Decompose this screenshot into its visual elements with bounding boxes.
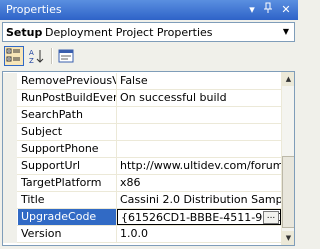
- property-value-text: On successful build: [120, 91, 227, 104]
- property-value[interactable]: [117, 141, 281, 157]
- scroll-down-icon[interactable]: ▼: [282, 231, 294, 245]
- property-row[interactable]: RunPostBuildEvent On successful build: [3, 90, 281, 107]
- property-value[interactable]: x86: [117, 175, 281, 191]
- property-name[interactable]: Subject: [18, 124, 116, 140]
- properties-toolbar: A Z: [0, 44, 298, 68]
- property-name[interactable]: RunPostBuildEvent: [18, 90, 116, 106]
- row-margin: [3, 192, 17, 209]
- svg-text:Z: Z: [29, 57, 34, 65]
- property-value[interactable]: Cassini 2.0 Distribution Sample Se: [117, 192, 281, 208]
- categorized-icon: [6, 48, 20, 62]
- scroll-up-icon[interactable]: ▲: [282, 72, 294, 86]
- property-pages-icon: [58, 49, 74, 63]
- property-name[interactable]: TargetPlatform: [18, 175, 116, 191]
- property-row[interactable]: UpgradeCode {61526CD1-BBBE-4511-902D...: [3, 209, 281, 226]
- property-row[interactable]: SupportPhone: [3, 141, 281, 158]
- property-value[interactable]: False: [117, 73, 281, 89]
- window-title: Properties: [6, 3, 62, 16]
- row-margin: [3, 158, 17, 175]
- property-row[interactable]: TargetPlatform x86: [3, 175, 281, 192]
- property-value-text: http://www.ultidev.com/forum/: [120, 159, 281, 172]
- property-row[interactable]: SupportUrl http://www.ultidev.com/forum/: [3, 158, 281, 175]
- property-row[interactable]: Subject: [3, 124, 281, 141]
- property-name[interactable]: Title: [18, 192, 116, 208]
- row-margin: [3, 124, 17, 141]
- alphabetical-button[interactable]: A Z: [26, 46, 46, 66]
- property-value[interactable]: 1.0.0: [117, 226, 281, 242]
- property-name[interactable]: SearchPath: [18, 107, 116, 123]
- property-grid: RemovePreviousVer False RunPostBuildEvent O…: [2, 71, 295, 246]
- properties-title-bar: Properties ▾ ✕: [0, 0, 298, 20]
- property-value[interactable]: [117, 124, 281, 140]
- property-value-text: {61526CD1-BBBE-4511-902D: [121, 211, 281, 224]
- property-row[interactable]: SearchPath: [3, 107, 281, 124]
- toolbar-separator: [51, 48, 53, 64]
- property-row[interactable]: Version 1.0.0: [3, 226, 281, 243]
- ellipsis-button[interactable]: ...: [263, 211, 279, 224]
- row-margin: [3, 175, 17, 192]
- svg-text:A: A: [29, 49, 34, 57]
- object-selector-dropdown[interactable]: Setup Deployment Project Properties ▼: [2, 22, 295, 42]
- row-margin: [3, 141, 17, 158]
- property-value-editor[interactable]: {61526CD1-BBBE-4511-902D...: [117, 209, 281, 225]
- property-value-text: 1.0.0: [120, 227, 148, 240]
- row-margin: [3, 209, 17, 226]
- property-name[interactable]: RemovePreviousVer: [18, 73, 116, 89]
- property-value[interactable]: http://www.ultidev.com/forum/: [117, 158, 281, 174]
- property-name[interactable]: Version: [18, 226, 116, 242]
- property-name[interactable]: UpgradeCode: [18, 209, 116, 225]
- auto-hide-pin-icon[interactable]: [260, 2, 276, 18]
- property-value-text: False: [120, 74, 148, 87]
- categorized-button[interactable]: [4, 46, 24, 66]
- row-margin: [3, 73, 17, 90]
- property-pages-button[interactable]: [56, 46, 76, 66]
- close-icon[interactable]: ✕: [278, 2, 294, 18]
- property-value-text: Cassini 2.0 Distribution Sample Se: [120, 193, 281, 206]
- vertical-scrollbar[interactable]: ▲ ▼: [281, 72, 294, 245]
- selected-object-name: Setup: [6, 26, 43, 39]
- alphabetical-icon: A Z: [29, 49, 44, 65]
- property-row[interactable]: Title Cassini 2.0 Distribution Sample Se: [3, 192, 281, 209]
- property-value-text: x86: [120, 176, 141, 189]
- row-margin: [3, 90, 17, 107]
- scrollbar-thumb[interactable]: [282, 156, 294, 228]
- property-name[interactable]: SupportUrl: [18, 158, 116, 174]
- row-margin: [3, 226, 17, 243]
- selected-object-type: Deployment Project Properties: [45, 26, 213, 39]
- property-value[interactable]: On successful build: [117, 90, 281, 106]
- property-value[interactable]: [117, 107, 281, 123]
- property-row[interactable]: RemovePreviousVer False: [3, 73, 281, 90]
- chevron-down-icon[interactable]: ▼: [280, 25, 292, 39]
- window-position-dropdown-icon[interactable]: ▾: [244, 2, 260, 18]
- property-name[interactable]: SupportPhone: [18, 141, 116, 157]
- row-margin: [3, 107, 17, 124]
